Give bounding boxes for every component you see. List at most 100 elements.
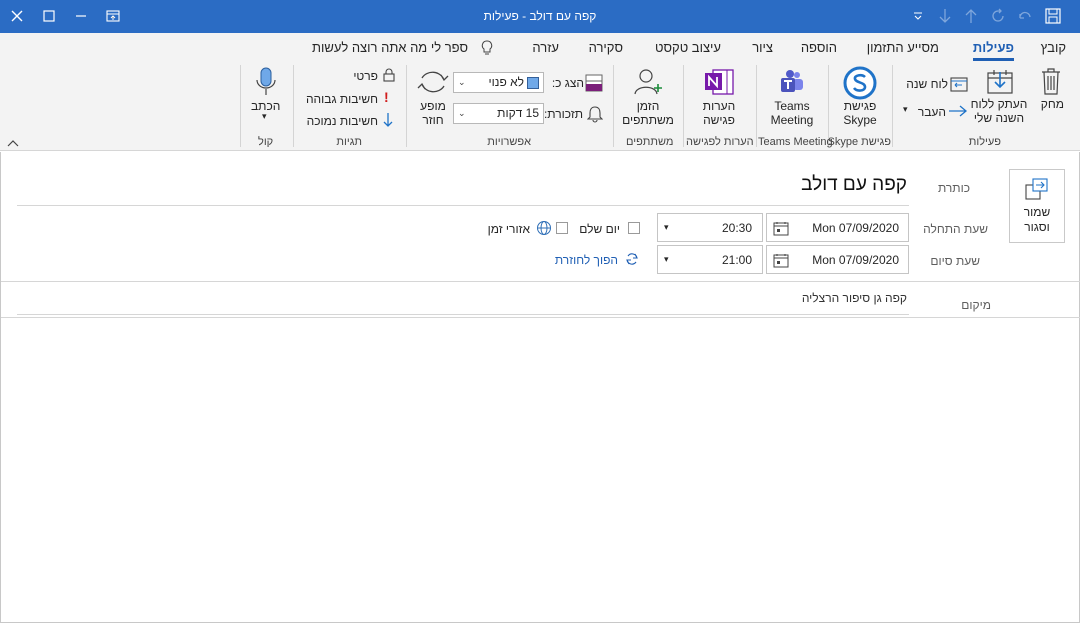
location-field[interactable]: קפה גן סיפור הרצליה: [802, 291, 907, 305]
trash-icon: [1042, 68, 1060, 95]
time-zones-checkbox[interactable]: [556, 222, 568, 234]
save-quick-button[interactable]: [1041, 4, 1065, 28]
save-line1: שמור: [1023, 205, 1051, 219]
teams-icon: [781, 70, 803, 92]
time-zones-label: אזורי זמן: [487, 222, 530, 236]
busy-swatch-icon: [527, 76, 539, 89]
reminder-value: 15 דקות: [497, 106, 539, 120]
low-importance-button[interactable]: חשיבות נמוכה: [307, 114, 378, 128]
forward-dropdown-icon[interactable]: ▾: [903, 104, 908, 115]
redo-button[interactable]: [986, 4, 1010, 28]
appointment-form: שמור וסגור כותרת קפה עם דולב שעת התחלה M…: [0, 152, 1080, 623]
start-date-picker[interactable]: Mon 07/09/2020: [766, 213, 909, 242]
tab-format-text[interactable]: עיצוב טקסט: [655, 40, 721, 55]
high-importance-button[interactable]: חשיבות גבוהה: [306, 92, 378, 106]
recurrence-button[interactable]: מופע חוזר: [403, 99, 463, 127]
invite-attendees-button[interactable]: הזמן משתתפים: [618, 99, 678, 127]
all-day-label: יום שלם: [579, 222, 620, 236]
arrow-up-icon: [965, 9, 977, 23]
teams-meeting-button[interactable]: Teams Meeting: [762, 99, 822, 127]
calendar-icon: [773, 222, 789, 236]
separator: [683, 65, 684, 147]
collapse-ribbon-icon[interactable]: [7, 139, 19, 147]
chevron-down-icon: ▾: [664, 222, 669, 232]
tab-help[interactable]: עזרה: [532, 40, 559, 55]
tab-review[interactable]: סקירה: [589, 40, 623, 55]
tab-activity[interactable]: פעילות: [972, 40, 1015, 61]
chevron-down-icon: ⌄: [458, 77, 466, 87]
globe-icon: [537, 221, 551, 235]
show-as-dropdown[interactable]: לא פנוי ⌄: [453, 72, 544, 93]
location-label: מיקום: [961, 298, 991, 312]
recurrence-line1: מופע: [420, 99, 446, 113]
start-time-value: 20:30: [721, 221, 752, 235]
group-label-voice: קול: [258, 136, 274, 148]
end-time-label: שעת סיום: [930, 254, 980, 268]
microphone-icon: [256, 67, 276, 95]
copy-line2: השנה שלי: [973, 111, 1025, 125]
separator: [756, 65, 757, 147]
teams-line1: Teams: [774, 99, 810, 113]
attendees-line2: משתתפים: [622, 113, 674, 127]
reminder-dropdown[interactable]: 15 דקות ⌄: [453, 103, 544, 124]
start-time-dropdown[interactable]: ▾ 20:30: [657, 213, 763, 242]
group-label-options: אפשרויות: [487, 136, 531, 148]
group-label-tags: תגיות: [336, 136, 362, 148]
group-label-attendees: משתתפים: [626, 136, 674, 148]
notes-line2: פגישה: [703, 113, 735, 127]
tab-draw[interactable]: ציור: [752, 40, 773, 55]
customize-toolbar-button[interactable]: [906, 4, 930, 28]
show-as-icon: [585, 74, 603, 92]
save-and-close-button[interactable]: שמור וסגור: [1009, 169, 1065, 243]
onenote-icon: [705, 69, 734, 95]
tab-file[interactable]: קובץ: [1041, 40, 1066, 55]
all-day-checkbox[interactable]: [628, 222, 640, 234]
separator: [613, 65, 614, 147]
next-item-button[interactable]: [933, 4, 957, 28]
recurrence-icon: [417, 71, 449, 93]
lightbulb-icon: [481, 40, 493, 55]
separator: [293, 65, 294, 147]
skype-line2: Skype: [843, 113, 877, 127]
low-importance-icon: [383, 113, 393, 127]
arrow-right-icon: [949, 105, 968, 117]
recurrence-icon: [626, 253, 638, 265]
dictate-dropdown-icon[interactable]: ▾: [262, 111, 267, 122]
calendar-button[interactable]: לוח שנה: [906, 77, 948, 91]
save-close-icon: [1025, 178, 1048, 200]
notes-line1: הערות: [702, 99, 736, 113]
chevron-down-icon: ▾: [664, 254, 669, 264]
tell-me-search[interactable]: ספר לי מה אתה רוצה לעשות: [312, 40, 468, 55]
calendar-icon: [773, 254, 789, 268]
save-line2: וסגור: [1024, 220, 1050, 234]
tab-scheduling-assistant[interactable]: מסייע התזמון: [867, 40, 939, 55]
subject-label: כותרת: [937, 181, 970, 195]
forward-button[interactable]: העבר: [918, 105, 946, 119]
start-date-value: Mon 07/09/2020: [812, 221, 899, 235]
separator: [406, 65, 407, 147]
undo-button[interactable]: [1013, 4, 1037, 28]
delete-button[interactable]: מחק: [1041, 97, 1064, 111]
show-as-label: הצג כ:: [551, 76, 584, 90]
copy-to-my-calendar-button[interactable]: העתק ללוח השנה שלי: [966, 97, 1032, 125]
show-as-value: לא פנוי: [488, 75, 524, 89]
body-editor[interactable]: [1, 318, 1079, 622]
subject-field[interactable]: קפה עם דולב: [801, 174, 907, 196]
high-importance-icon: !: [384, 89, 389, 105]
section-divider: [1, 281, 1080, 282]
group-label-actions: פעילות: [968, 136, 1001, 148]
ribbon: מחק העתק ללוח השנה שלי לוח שנה העבר ▾ פע…: [0, 61, 1080, 151]
private-button[interactable]: פרטי: [353, 69, 378, 83]
end-time-dropdown[interactable]: ▾ 21:00: [657, 245, 763, 274]
skype-meeting-button[interactable]: פגישת Skype: [830, 99, 890, 127]
invite-attendees-icon: [634, 69, 662, 95]
meeting-notes-button[interactable]: הערות פגישה: [689, 99, 749, 127]
end-date-picker[interactable]: Mon 07/09/2020: [766, 245, 909, 274]
previous-item-button[interactable]: [959, 4, 983, 28]
title-bar: קפה עם דולב - פעילות: [0, 0, 1080, 33]
attendees-line1: הזמן: [636, 99, 660, 113]
tab-insert[interactable]: הוספה: [801, 40, 837, 55]
lock-icon: [383, 68, 395, 82]
make-recurring-link[interactable]: הפוך לחוזרת: [555, 253, 618, 267]
subject-underline: [17, 205, 909, 206]
